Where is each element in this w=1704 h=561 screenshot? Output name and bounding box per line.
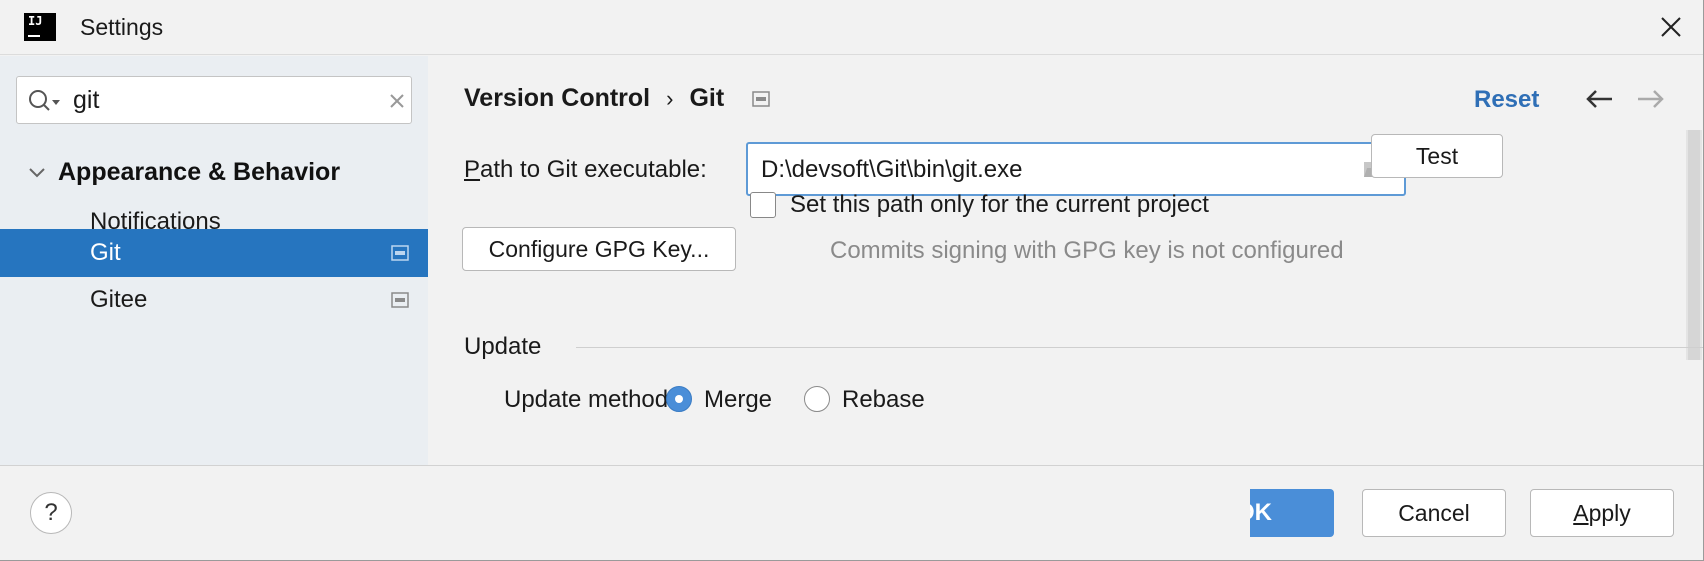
tree-group-appearance-behavior[interactable]: Appearance & Behavior: [0, 150, 428, 196]
ok-button-label: OK: [1250, 499, 1272, 526]
tree-group-label: Appearance & Behavior: [58, 158, 341, 186]
settings-search-field[interactable]: git: [16, 76, 412, 124]
reset-link[interactable]: Reset: [1474, 86, 1539, 114]
back-arrow-icon[interactable]: [1582, 84, 1616, 114]
chevron-down-icon[interactable]: [26, 162, 48, 184]
sidebar-item-label: Git: [90, 239, 121, 266]
breadcrumb-separator: ›: [666, 85, 674, 111]
cancel-button[interactable]: Cancel: [1362, 489, 1506, 537]
app-logo-text: IJ: [28, 14, 43, 28]
clear-search-icon[interactable]: [387, 91, 407, 111]
project-only-checkbox[interactable]: [750, 192, 776, 218]
breadcrumb: Version Control › Git: [464, 84, 770, 113]
search-input[interactable]: git: [73, 86, 99, 115]
project-level-icon: [752, 90, 770, 107]
mnemonic-letter: P: [464, 156, 481, 183]
sidebar-item-git[interactable]: Git: [0, 229, 428, 277]
configure-gpg-key-button[interactable]: Configure GPG Key...: [462, 227, 736, 271]
rebase-radio[interactable]: [804, 386, 830, 412]
apply-button[interactable]: Apply: [1530, 489, 1674, 537]
rebase-radio-label: Rebase: [842, 386, 925, 413]
apply-button-label: pply: [1588, 499, 1631, 526]
scrollbar-thumb[interactable]: [1688, 130, 1700, 360]
title-bar: IJ Settings: [0, 0, 1703, 55]
settings-sidebar: git Appearance & Behavior Notifications …: [0, 56, 428, 465]
close-icon: [1661, 17, 1681, 37]
mnemonic-letter: A: [1573, 499, 1589, 526]
project-only-label: Set this path only for the current proje…: [790, 191, 1209, 218]
breadcrumb-current: Git: [689, 84, 725, 112]
intellij-logo-icon: IJ: [24, 13, 56, 41]
test-button[interactable]: Test: [1371, 134, 1503, 178]
breadcrumb-parent: Version Control: [464, 84, 651, 112]
sidebar-item-gitee[interactable]: Gitee: [0, 276, 428, 324]
project-level-icon: [391, 292, 409, 308]
update-section-title: Update: [464, 333, 542, 360]
close-button[interactable]: [1654, 10, 1688, 44]
gpg-status-text: Commits signing with GPG key is not conf…: [830, 237, 1344, 264]
git-path-label: Path to Git executable:: [464, 156, 707, 184]
ok-button[interactable]: OK: [1250, 489, 1334, 537]
section-divider: [576, 347, 1703, 348]
merge-radio-label: Merge: [704, 386, 773, 413]
settings-content: Version Control › Git Reset Path to Git …: [428, 56, 1703, 465]
git-path-field[interactable]: D:\devsoft\Git\bin\git.exe: [746, 142, 1406, 196]
dialog-footer: ? OK Cancel Apply: [0, 465, 1703, 560]
forward-arrow-icon[interactable]: [1634, 84, 1668, 114]
update-method-label: Update method:: [504, 386, 675, 413]
search-icon: [29, 90, 60, 111]
project-level-icon: [391, 245, 409, 261]
git-path-input[interactable]: D:\devsoft\Git\bin\git.exe: [761, 156, 1022, 184]
merge-radio[interactable]: [666, 386, 692, 412]
window-title: Settings: [80, 14, 164, 40]
help-button[interactable]: ?: [30, 492, 72, 534]
sidebar-item-label: Gitee: [90, 286, 148, 313]
settings-dialog: IJ Settings git Appearance & Behavior No…: [0, 0, 1704, 561]
git-path-label-text: ath to Git executable:: [480, 156, 707, 183]
help-icon: ?: [44, 499, 58, 526]
